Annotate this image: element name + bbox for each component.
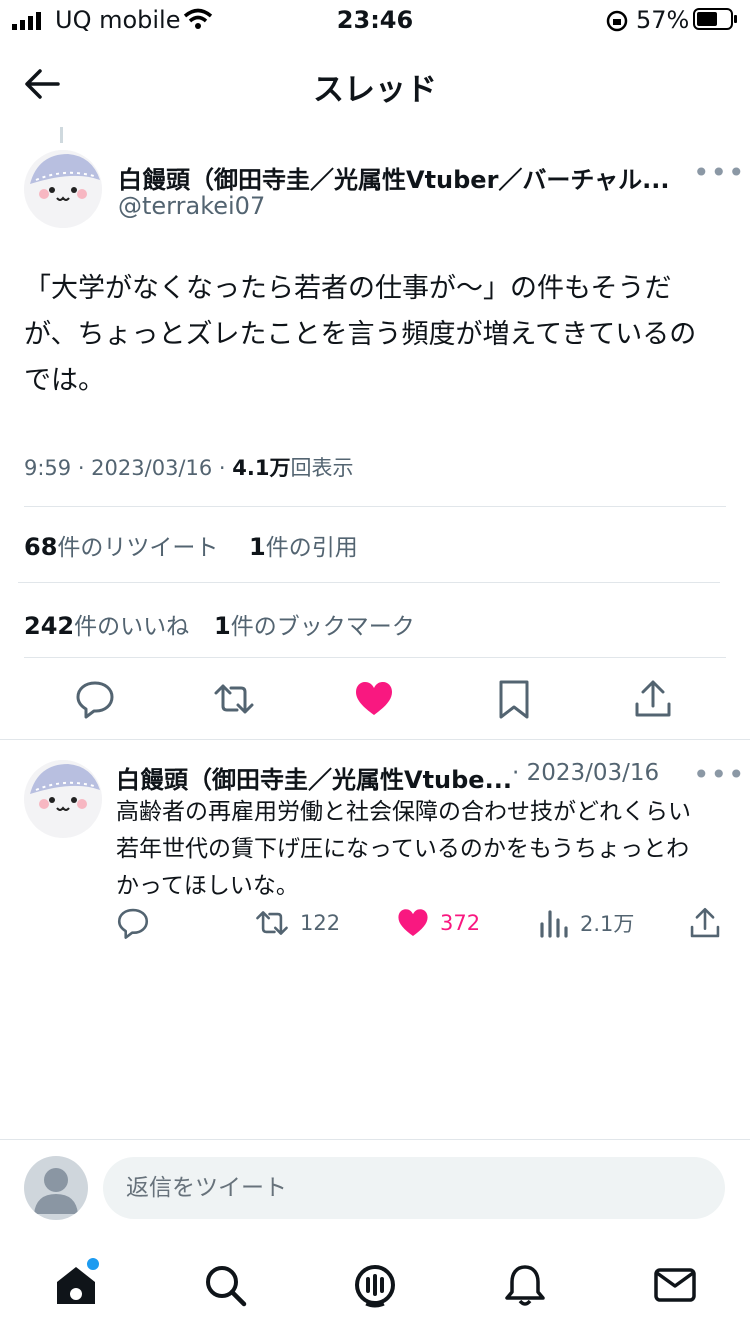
search-icon[interactable]	[202, 1262, 248, 1308]
retweets-count: 68	[24, 533, 58, 561]
reply-reply-button[interactable]	[116, 906, 160, 940]
more-options-icon[interactable]: •••	[693, 758, 746, 791]
page-title: スレッド	[313, 72, 437, 108]
reply-icon	[117, 908, 149, 939]
quotes-label: 件の引用	[265, 535, 358, 561]
reply-date[interactable]: · 2023/03/16	[512, 760, 659, 786]
views-label: 回表示	[290, 456, 354, 480]
tweet-text: 「大学がなくなったら若者の仕事が〜」の件もそうだ が、ちょっとズレたことを言う頻…	[24, 266, 729, 404]
default-avatar-icon	[34, 1168, 78, 1214]
spaces-icon[interactable]	[352, 1262, 398, 1308]
reply-avatar[interactable]	[24, 760, 102, 838]
share-icon	[690, 907, 720, 938]
reply-text-line: 高齢者の再雇用労働と社会保障の合わせ技がどれくらい	[116, 799, 691, 825]
divider	[24, 657, 726, 658]
reply-text-line: 若年世代の賃下げ圧になっているのかをもうちょっとわ	[116, 836, 690, 862]
bookmarks-count: 1	[214, 612, 231, 640]
author-handle[interactable]: @terrakei07	[118, 192, 265, 220]
status-bar: UQ mobile 23:46 57%	[0, 0, 750, 44]
divider	[0, 1139, 750, 1140]
thread-connector	[60, 127, 63, 143]
my-avatar[interactable]	[24, 1156, 88, 1220]
likes-count: 242	[24, 612, 75, 640]
retweet-icon	[256, 911, 288, 935]
more-options-icon[interactable]: •••	[693, 156, 746, 189]
share-icon[interactable]	[632, 678, 674, 720]
retweets-stat[interactable]: 68件のリツイート	[24, 528, 218, 562]
avatar-image	[24, 760, 102, 838]
tweet-text-line: が、ちょっとズレたことを言う頻度が増えてきているの	[24, 319, 697, 350]
avatar[interactable]	[24, 150, 102, 228]
divider	[0, 739, 750, 740]
notification-dot	[85, 1256, 101, 1272]
author-name[interactable]: 白饅頭（御田寺圭／光属性Vtuber／バーチャル...	[118, 160, 678, 195]
retweet-icon[interactable]	[213, 678, 255, 720]
battery-icon	[693, 8, 737, 30]
reply-author-name[interactable]: 白饅頭（御田寺圭／光属性Vtube...	[116, 760, 512, 795]
reply-like-count: 372	[440, 911, 481, 935]
divider	[18, 582, 720, 583]
tweet-text-line: では。	[24, 365, 105, 396]
tweet-timestamp[interactable]: 9:59 · 2023/03/16 ·	[24, 456, 232, 480]
divider	[24, 506, 726, 507]
avatar-image	[24, 150, 102, 228]
views-count: 4.1万	[232, 456, 291, 480]
quotes-count: 1	[249, 533, 266, 561]
reply-icon[interactable]	[74, 678, 116, 720]
like-icon[interactable]	[353, 678, 395, 720]
likes-stat[interactable]: 242件のいいね	[24, 607, 189, 641]
bookmarks-label: 件のブックマーク	[230, 614, 415, 640]
likes-label: 件のいいね	[74, 614, 190, 640]
battery-percent: 57%	[636, 6, 690, 34]
reply-text-line: かってほしいな。	[116, 873, 299, 899]
reply-text: 高齢者の再雇用労働と社会保障の合わせ技がどれくらい 若年世代の賃下げ圧になってい…	[116, 794, 731, 905]
tweet-text-line: 「大学がなくなったら若者の仕事が〜」の件もそうだ	[24, 273, 672, 304]
like-icon	[398, 909, 428, 936]
notifications-icon[interactable]	[502, 1262, 548, 1308]
views-icon	[540, 910, 568, 938]
reply-compose-input[interactable]: 返信をツイート	[103, 1157, 725, 1219]
reply-retweet-button[interactable]: 122	[254, 906, 340, 940]
bookmarks-stat[interactable]: 1件のブックマーク	[214, 607, 415, 641]
bookmark-icon[interactable]	[493, 678, 535, 720]
reply-views-button[interactable]: 2.1万	[538, 906, 634, 940]
rotation-lock-icon	[606, 10, 628, 32]
reply-retweet-count: 122	[300, 911, 341, 935]
reply-like-button[interactable]: 372	[396, 906, 480, 940]
reply-share-button[interactable]	[688, 906, 732, 940]
messages-icon[interactable]	[652, 1262, 698, 1308]
retweets-label: 件のリツイート	[57, 535, 219, 561]
reply-views-count: 2.1万	[580, 912, 635, 936]
tweet-meta: 9:59 · 2023/03/16 · 4.1万回表示	[24, 452, 353, 482]
quotes-stat[interactable]: 1件の引用	[249, 528, 358, 562]
